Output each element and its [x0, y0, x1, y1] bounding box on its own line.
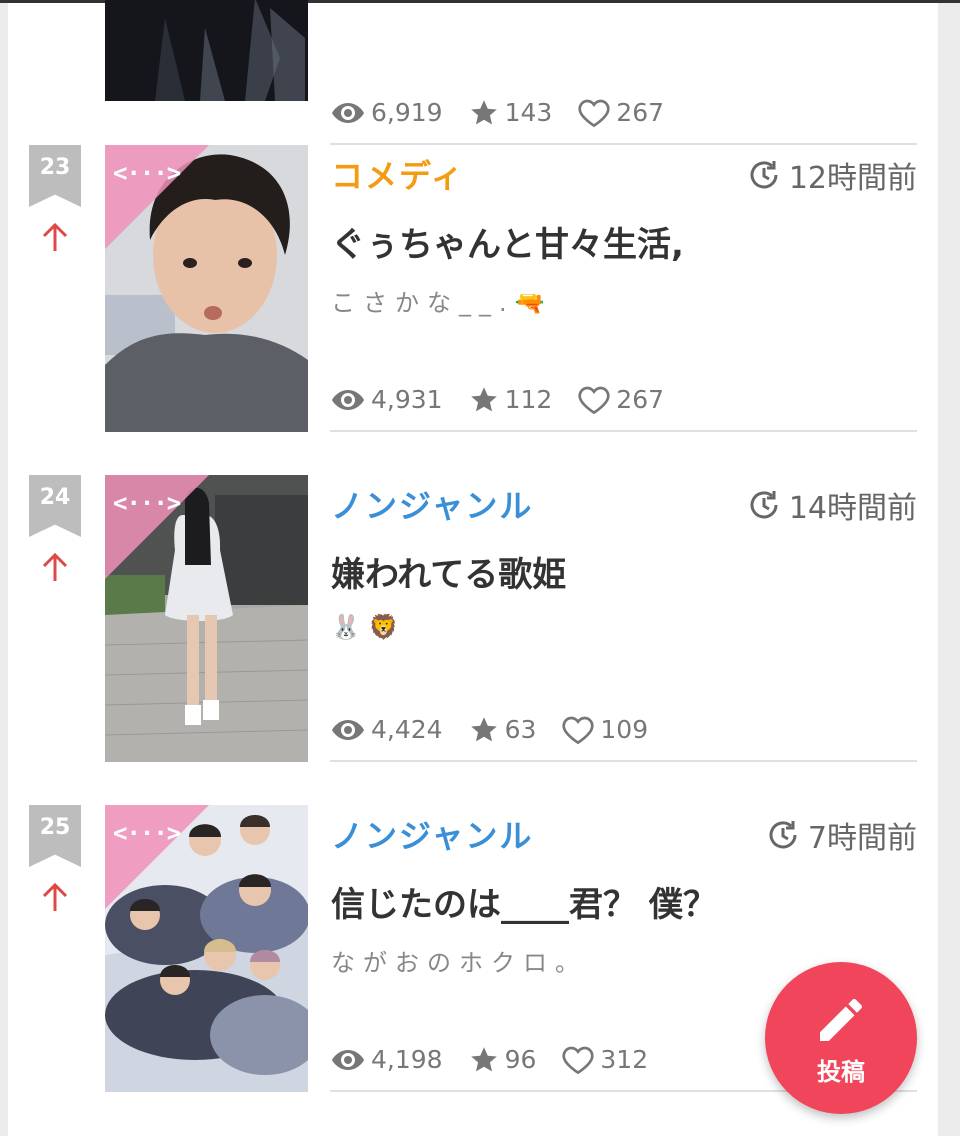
view-count: 4,931	[331, 385, 443, 414]
list-item[interactable]: 23 <···> コメディ 12時間前 ぐぅちゃんと甘々生活, こさかな__.🔫	[8, 145, 938, 475]
clock-refresh-icon	[769, 821, 797, 849]
post-button[interactable]: 投稿	[765, 962, 917, 1114]
star-icon	[470, 716, 497, 741]
heart-icon	[562, 1046, 594, 1074]
author-name[interactable]: 🐰🦁	[331, 613, 407, 641]
arrow-up-icon	[42, 553, 68, 581]
rank-badge: 25	[29, 805, 81, 913]
clock-refresh-icon	[750, 161, 778, 189]
eye-icon	[332, 389, 364, 410]
like-count: 267	[578, 98, 664, 127]
star-icon	[470, 1046, 497, 1071]
genre-label[interactable]: ノンジャンル	[331, 481, 533, 527]
view-count: 6,919	[331, 98, 443, 127]
rank-number: 24	[29, 475, 81, 537]
like-count: 312	[562, 1045, 648, 1074]
stats-row: 4,424 63 109	[331, 715, 674, 744]
star-count: 143	[469, 98, 552, 127]
clock-refresh-icon	[750, 491, 778, 519]
novel-title[interactable]: 嫌われてる歌姫	[331, 547, 566, 596]
updated-time: 7時間前	[766, 813, 917, 857]
heart-icon	[578, 386, 610, 414]
novel-cover-image[interactable]	[105, 0, 308, 101]
star-count: 112	[469, 385, 552, 414]
heart-icon	[578, 99, 610, 127]
item-divider	[330, 430, 917, 432]
rank-badge: 24	[29, 475, 81, 583]
updated-time: 14時間前	[747, 483, 917, 527]
genre-label[interactable]: ノンジャンル	[331, 811, 533, 857]
star-count: 63	[469, 715, 536, 744]
novel-title[interactable]: 信じたのは____君？ 僕？	[331, 877, 717, 926]
eye-icon	[332, 1049, 364, 1070]
cover-photo	[105, 0, 308, 101]
rank-number: 23	[29, 145, 81, 207]
ribbon-glyph: <···>	[113, 819, 181, 847]
stats-row: 6,919 143 267	[331, 98, 690, 127]
eye-icon	[332, 719, 364, 740]
novel-cover-image[interactable]: <···>	[105, 805, 308, 1092]
rank-badge: 23	[29, 145, 81, 253]
list-item[interactable]: 24 <···> ノンジャンル 14時間前 嫌われてる歌姫 🐰🦁 4,424 6…	[8, 475, 938, 805]
eye-icon	[332, 102, 364, 123]
genre-label[interactable]: コメディ	[331, 151, 465, 197]
arrow-up-icon	[42, 883, 68, 911]
like-count: 267	[578, 385, 664, 414]
stats-row: 4,931 112 267	[331, 385, 690, 414]
star-icon	[470, 386, 497, 411]
ribbon-glyph: <···>	[113, 159, 181, 187]
pencil-icon	[820, 998, 863, 1041]
rank-number: 25	[29, 805, 81, 867]
view-count: 4,424	[331, 715, 443, 744]
author-name[interactable]: ながおのホクロ。	[331, 943, 587, 978]
arrow-up-icon	[42, 223, 68, 251]
ranking-list: 6,919 143 267 23 <···> コメディ 12時間前 ぐぅちゃんと…	[8, 0, 938, 1136]
star-count: 96	[469, 1045, 536, 1074]
star-icon	[470, 99, 497, 124]
ribbon-glyph: <···>	[113, 489, 181, 517]
item-divider	[330, 760, 917, 762]
updated-time: 12時間前	[747, 153, 917, 197]
like-count: 109	[562, 715, 648, 744]
view-count: 4,198	[331, 1045, 443, 1074]
author-name[interactable]: こさかな__.🔫	[331, 283, 553, 318]
novel-title[interactable]: ぐぅちゃんと甘々生活,	[331, 217, 684, 266]
heart-icon	[562, 716, 594, 744]
post-button-label: 投稿	[817, 1058, 865, 1086]
novel-cover-image[interactable]: <···>	[105, 475, 308, 762]
novel-cover-image[interactable]: <···>	[105, 145, 308, 432]
stats-row: 4,198 96 312	[331, 1045, 674, 1074]
